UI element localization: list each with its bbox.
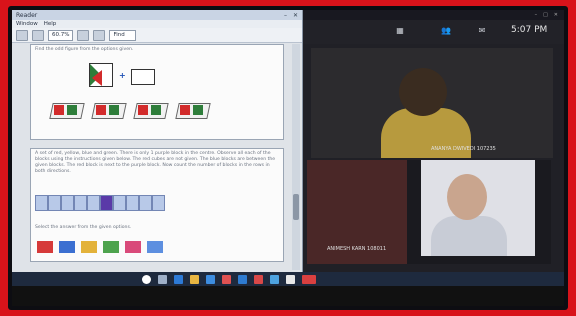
pdf-titlebar: Reader – ✕ [12,10,302,20]
pdf-menubar: Window Help [12,20,302,28]
pdf-reader-icon[interactable] [254,274,263,284]
cube [152,195,165,211]
fit-width-icon[interactable] [93,29,106,41]
participant-name: ANIMESH KARN 108011 [327,246,387,252]
pdf-scrollbar[interactable] [292,44,300,270]
participant-head [399,68,447,116]
window-controls: – ✕ [284,12,298,19]
cube [61,195,74,211]
answer-option [81,241,97,253]
answer-options [37,241,163,253]
option-figure [91,103,127,119]
participants-icon[interactable]: 👥 [439,26,453,36]
figure-box [131,69,155,85]
nav-back-icon[interactable] [16,29,28,41]
chrome-icon[interactable] [286,274,295,284]
call-window-controls: – □ ✕ [303,10,564,20]
page2-instruction: Select the answer from the given options… [35,225,132,230]
cube [48,195,61,211]
participant-name: ANANYA DWIVEDI 107235 [431,146,496,152]
option-figure [133,103,169,119]
plus-icon: + [119,71,126,80]
answer-option [103,241,119,253]
page2-text: A set of red, yellow, blue and green. Th… [35,151,276,174]
cube [35,195,48,211]
pdf-page-1: Find the odd figure from the options giv… [30,44,284,140]
scrollbar-thumb[interactable] [293,194,299,220]
pdf-viewer-window: Reader – ✕ Window Help 60.7% Find Find t… [12,10,303,272]
call-clock: 5:07 PM [511,25,548,35]
answer-option [125,241,141,253]
participant-tile[interactable]: ANIMESH KARN 108011 [307,160,551,264]
zoom-app-icon[interactable] [270,274,279,284]
pdf-toolbar: 60.7% Find [12,28,302,43]
find-field[interactable]: Find [109,29,136,41]
chat-icon[interactable]: ✉ [475,26,489,36]
answer-option [59,241,75,253]
explorer-icon[interactable] [190,274,199,284]
video-call-window: – □ ✕ ▦ 👥 ✉ 5:07 PM ANANYA DWIVEDI 10723… [303,10,564,272]
close-icon[interactable]: ✕ [293,12,298,19]
word-icon[interactable] [238,274,247,284]
cube [87,195,100,211]
pdf-page-2: A set of red, yellow, blue and green. Th… [30,148,284,262]
question-figure [89,63,113,87]
maximize-icon[interactable]: □ [543,12,548,18]
participant-tile[interactable]: ANANYA DWIVEDI 107235 [311,48,553,158]
page1-text: Find the odd figure from the options giv… [35,47,134,52]
pdf-title: Reader [16,11,38,19]
minimize-icon[interactable]: – [535,12,538,18]
option-figure [175,103,211,119]
taskbar [12,272,564,286]
screen: Reader – ✕ Window Help 60.7% Find Find t… [12,10,564,306]
active-app-icon[interactable] [302,274,316,284]
purple-cube [100,195,113,211]
participant-body [431,216,507,256]
nav-forward-icon[interactable] [32,29,44,41]
minimize-icon[interactable]: – [284,12,287,19]
option-figure [49,103,85,119]
store-icon[interactable] [206,274,215,284]
edge-icon[interactable] [174,274,183,284]
mail-icon[interactable] [222,274,231,284]
call-toolbar: ▦ 👥 ✉ 5:07 PM [303,20,564,44]
red-triangle-icon [92,70,102,86]
participant-head [447,174,487,220]
task-view-icon[interactable] [158,274,167,284]
cube [126,195,139,211]
fit-page-icon[interactable] [77,29,90,41]
search-icon[interactable] [142,274,151,284]
close-icon[interactable]: ✕ [554,12,558,18]
answer-option [37,241,53,253]
grid-view-icon[interactable]: ▦ [393,26,407,36]
laptop-lower-bezel [12,286,564,306]
answer-option [147,241,163,253]
menu-help[interactable]: Help [44,21,57,27]
zoom-field[interactable]: 60.7% [48,29,74,41]
self-view-video[interactable] [421,160,535,256]
cube [113,195,126,211]
monitor-bezel: Reader – ✕ Window Help 60.7% Find Find t… [8,6,568,310]
cube-row [35,195,165,211]
cube [74,195,87,211]
menu-window[interactable]: Window [16,21,38,27]
cube [139,195,152,211]
